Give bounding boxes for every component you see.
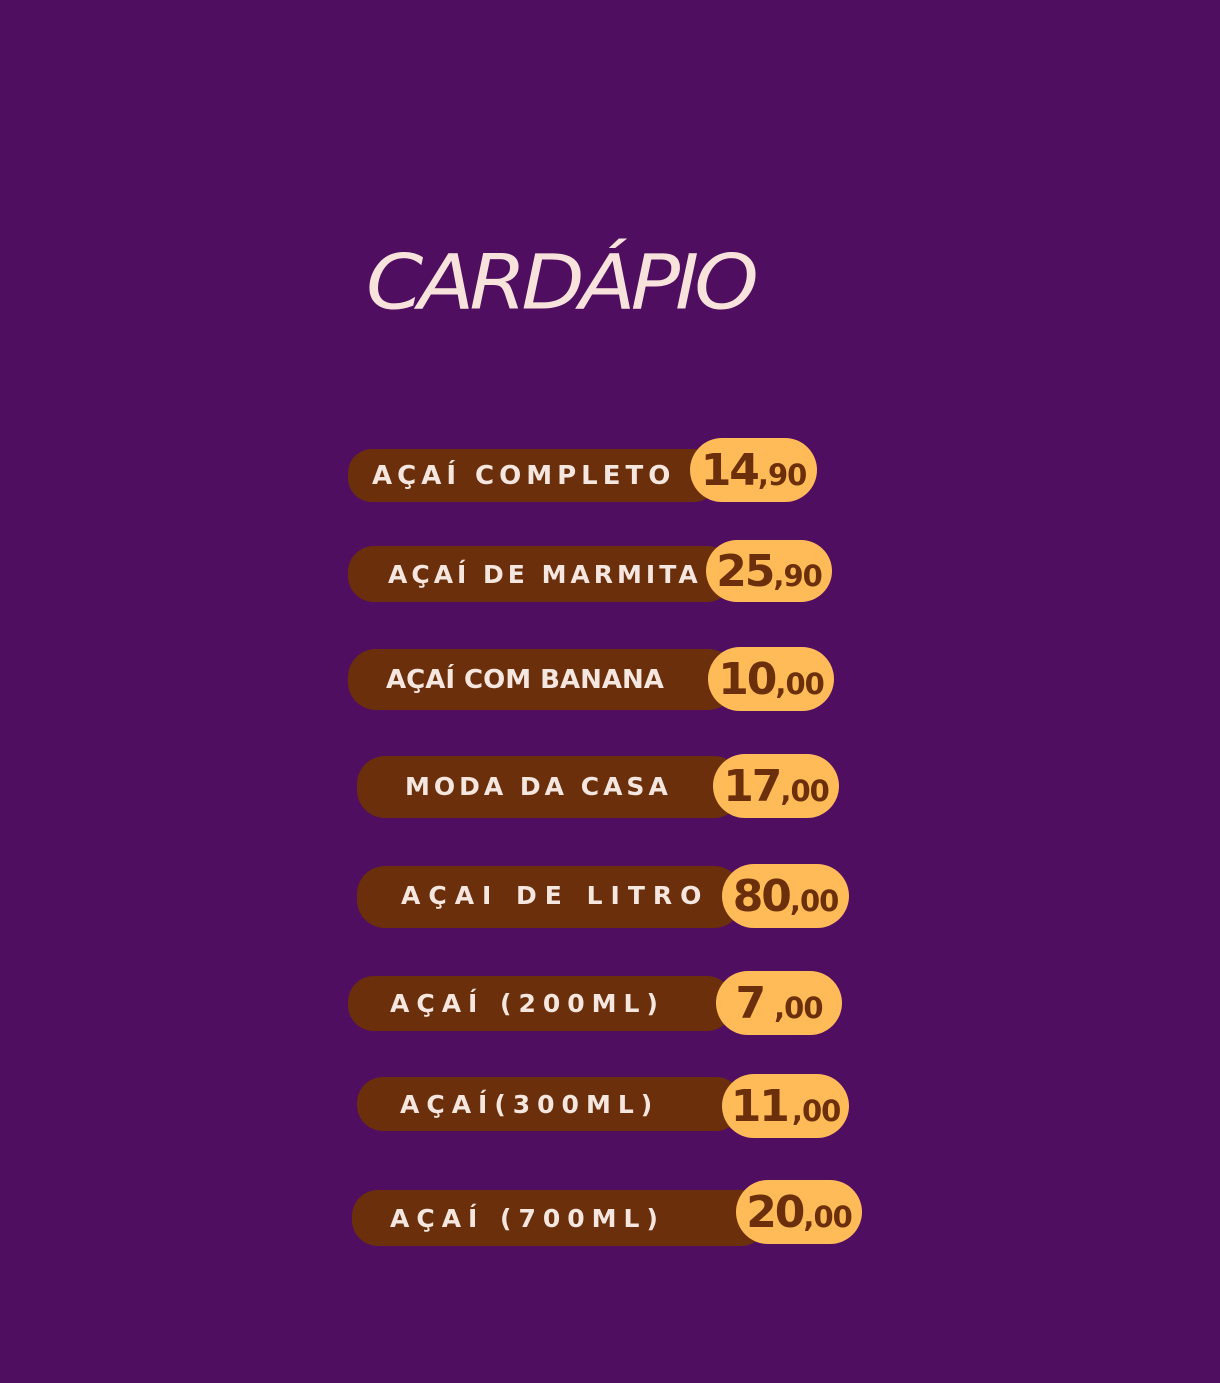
price-integer: 20	[746, 1186, 805, 1238]
price-decimal: ,00	[803, 1200, 852, 1234]
menu-item-acai-200ml: AÇAÍ (200ML) 7,00	[348, 971, 844, 1035]
menu-item-acai-300ml: AÇAÍ(300ML) 11,00	[357, 1074, 850, 1138]
item-price-badge: 7,00	[716, 971, 842, 1035]
item-price-badge: 14,90	[690, 438, 817, 502]
menu-item-moda-da-casa: MODA DA CASA 17,00	[357, 754, 841, 818]
price-integer: 11	[730, 1080, 790, 1132]
price-integer: 7	[735, 977, 767, 1029]
item-price-badge: 10,00	[708, 647, 834, 711]
price-integer: 25	[716, 545, 775, 597]
menu-item-acai-completo: AÇAÍ COMPLETO 14,90	[348, 438, 818, 502]
price-decimal: ,00	[775, 667, 824, 701]
item-name: AÇAÍ (700ML)	[390, 1203, 665, 1233]
price-integer: 80	[732, 870, 792, 922]
item-name: AÇAÍ COMPLETO	[372, 460, 676, 491]
menu-item-acai-700ml: AÇAÍ (700ML) 20,00	[352, 1180, 862, 1246]
price-decimal: ,00	[780, 774, 829, 808]
menu-item-acai-com-banana: AÇAÍ COM BANANA 10,00	[348, 647, 836, 711]
price-decimal: ,90	[773, 559, 822, 593]
item-name: AÇAÍ (200ML)	[390, 989, 665, 1018]
item-name: AÇAÍ COM BANANA	[386, 664, 664, 695]
item-price-badge: 11,00	[722, 1074, 849, 1138]
price-decimal: ,90	[757, 458, 807, 492]
item-name: AÇAÍ(300ML)	[400, 1089, 660, 1119]
page-title: CARDÁPIO	[366, 239, 759, 327]
item-price-badge: 20,00	[736, 1180, 862, 1244]
price-decimal: ,00	[774, 991, 823, 1025]
price-decimal: ,00	[791, 1094, 841, 1128]
item-price-badge: 25,90	[706, 540, 832, 602]
item-name: AÇAÍ DE MARMITA	[388, 559, 702, 589]
item-price-badge: 17,00	[713, 754, 839, 818]
menu-item-acai-de-marmita: AÇAÍ DE MARMITA 25,90	[348, 540, 834, 602]
price-decimal: ,00	[789, 884, 839, 918]
item-name: AÇAI DE LITRO	[401, 880, 710, 910]
price-integer: 10	[718, 653, 777, 705]
menu-item-acai-de-litro: AÇAI DE LITRO 80,00	[357, 864, 850, 928]
price-integer: 17	[723, 760, 782, 812]
item-price-badge: 80,00	[722, 864, 849, 928]
item-name: MODA DA CASA	[405, 771, 672, 801]
price-integer: 14	[700, 444, 760, 496]
